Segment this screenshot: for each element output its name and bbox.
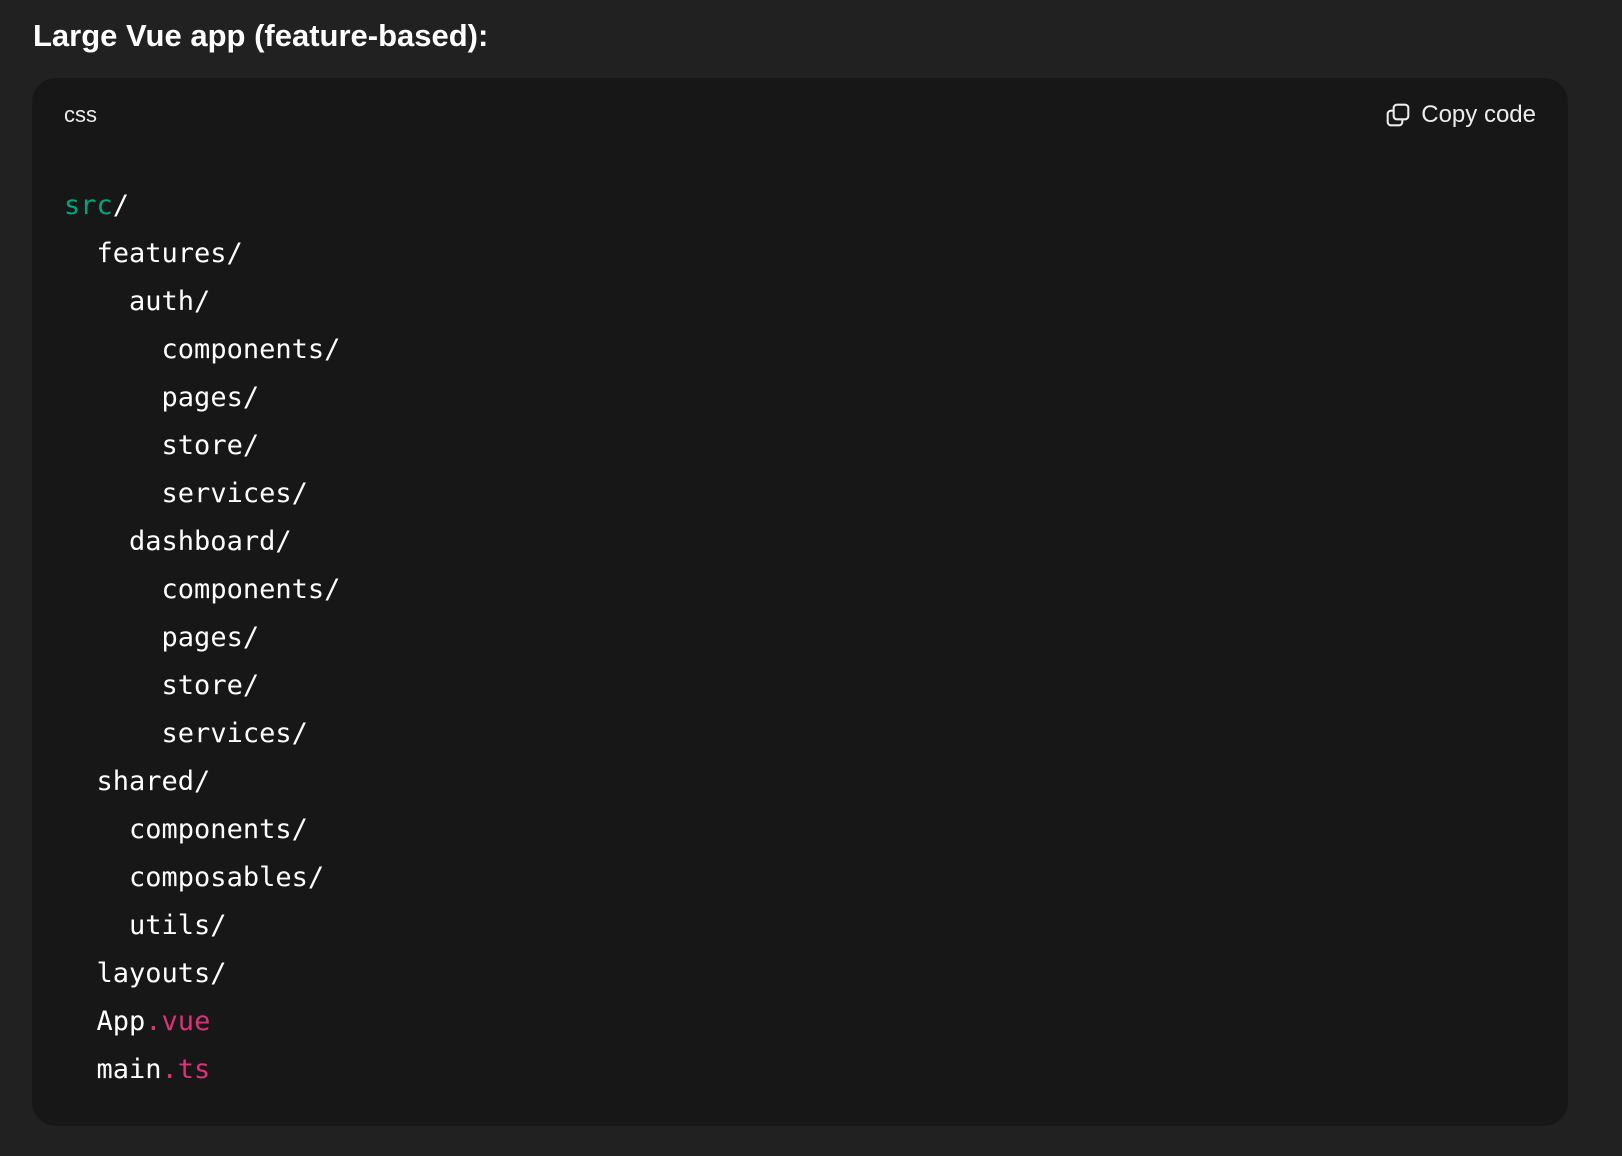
code-line: dashboard/ [64,518,340,566]
code-line: store/ [64,662,340,710]
code-content: src/ features/ auth/ components/ pages/ … [64,182,340,1094]
code-line: App.vue [64,998,340,1046]
code-token: App [96,1006,146,1037]
code-line: services/ [64,470,340,518]
copy-code-label: Copy code [1421,101,1536,128]
code-line: pages/ [64,374,340,422]
code-line: auth/ [64,278,340,326]
code-line: services/ [64,710,340,758]
code-line: shared/ [64,758,340,806]
code-token: features/ [96,238,243,269]
code-token: .ts [161,1054,211,1085]
code-line: features/ [64,230,340,278]
code-line: utils/ [64,902,340,950]
code-token: src [64,190,113,221]
code-line: main.ts [64,1046,340,1094]
code-token: / [112,190,130,221]
code-token: components/ [129,814,308,845]
code-line: pages/ [64,614,340,662]
copy-icon [1385,102,1411,128]
code-token: auth/ [129,286,211,317]
code-token: utils/ [129,910,227,941]
code-line: composables/ [64,854,340,902]
code-token: services/ [161,718,308,749]
code-token: components/ [161,334,341,365]
code-token: pages/ [161,382,260,413]
code-line: components/ [64,806,340,854]
section-heading: Large Vue app (feature-based): [33,18,489,53]
code-language-label: css [64,102,97,127]
code-line: store/ [64,422,340,470]
code-block: css Copy code src/ features/ auth/ compo… [32,78,1568,1126]
code-line: components/ [64,326,341,374]
code-token: dashboard/ [129,526,292,557]
code-token: .vue [145,1006,211,1037]
code-line: src/ [64,182,340,230]
code-token: services/ [161,478,308,509]
code-token: shared/ [96,766,211,797]
code-token: composables/ [129,862,325,893]
code-block-header: css Copy code [32,78,1568,150]
code-line: layouts/ [64,950,340,998]
code-line: components/ [64,566,341,614]
code-token: main [96,1054,162,1085]
code-token: layouts/ [96,958,227,989]
code-token: store/ [161,430,260,461]
code-token: store/ [161,670,260,701]
code-token: components/ [161,574,341,605]
copy-code-button[interactable]: Copy code [1385,98,1536,132]
code-token: pages/ [161,622,260,653]
